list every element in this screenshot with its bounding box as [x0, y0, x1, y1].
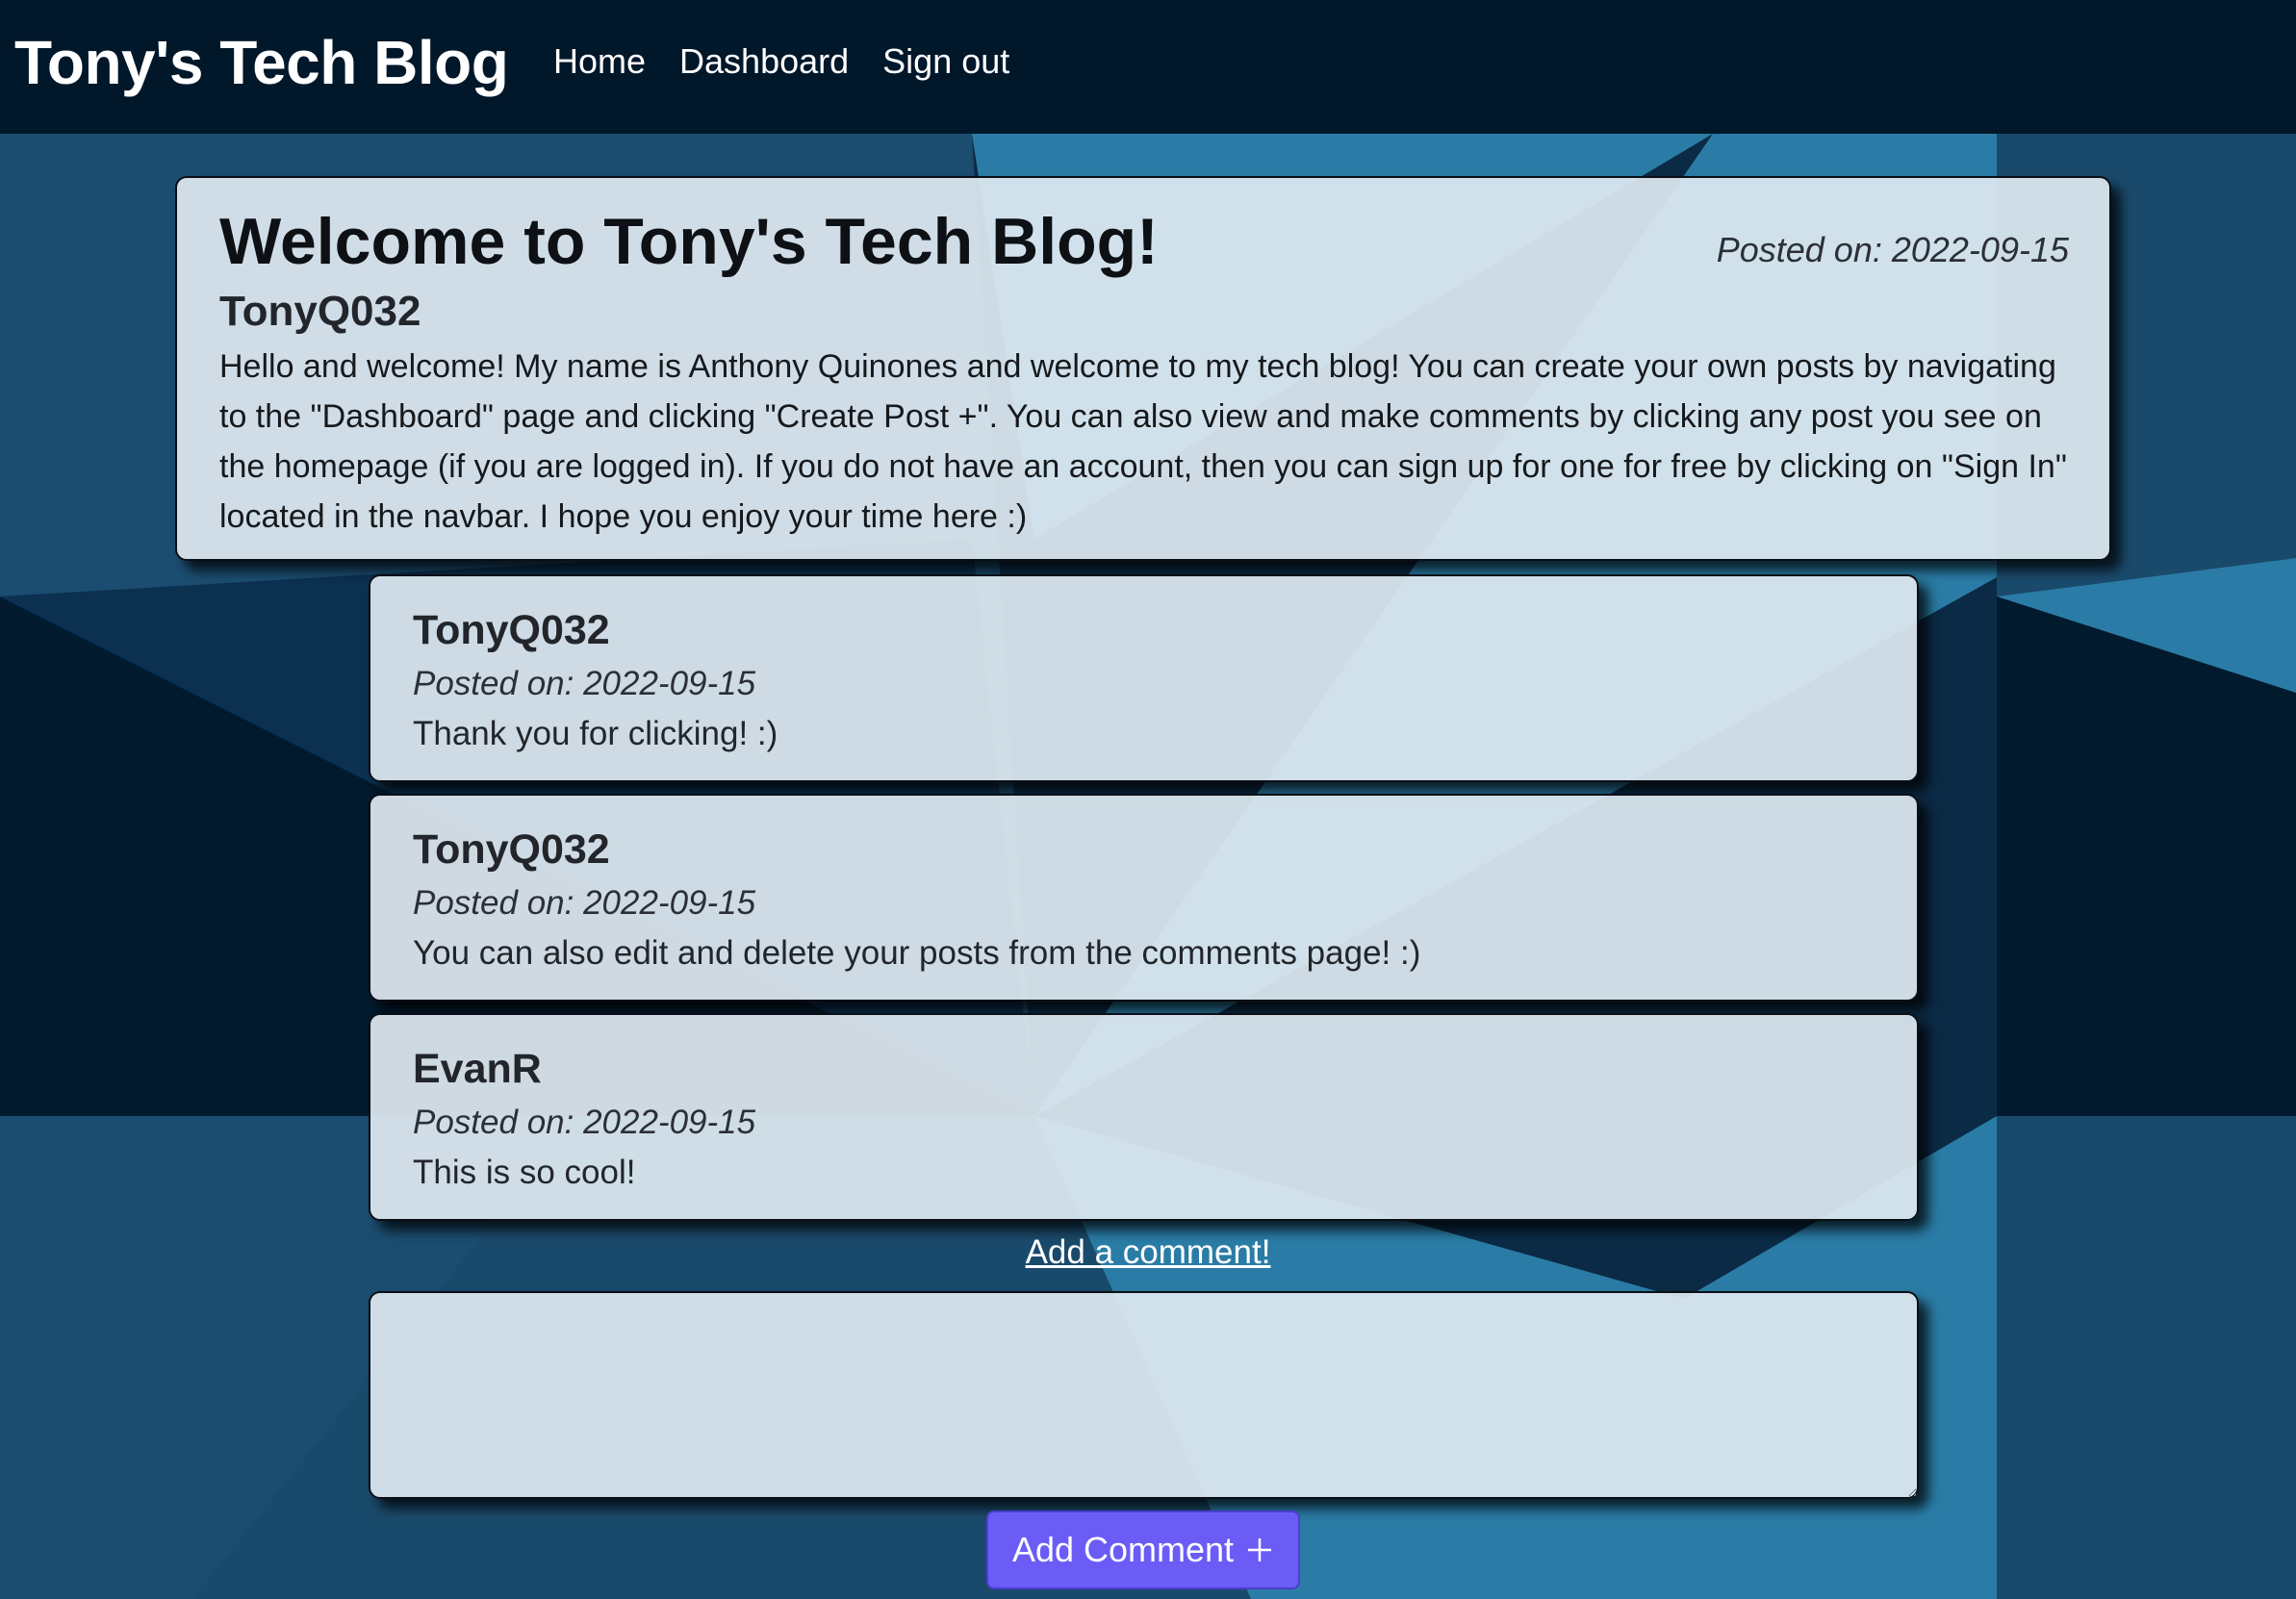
- comment-author: EvanR: [413, 1046, 542, 1092]
- comment-date: Posted on: 2022-09-15: [413, 884, 756, 922]
- post-author: TonyQ032: [219, 288, 421, 335]
- add-comment-link-wrapper: Add a comment!: [0, 1233, 2296, 1272]
- top-navbar: Tony's Tech Blog Home Dashboard Sign out: [0, 0, 2296, 134]
- add-comment-link[interactable]: Add a comment!: [1026, 1233, 1271, 1271]
- nav-link-home[interactable]: Home: [553, 37, 646, 87]
- comment-text: Thank you for clicking! :): [413, 715, 778, 752]
- post-body: Hello and welcome! My name is Anthony Qu…: [219, 348, 2067, 535]
- add-comment-button[interactable]: Add Comment: [986, 1510, 1300, 1589]
- nav-links: Home Dashboard Sign out: [553, 37, 1043, 87]
- comment-text: You can also edit and delete your posts …: [413, 934, 1421, 972]
- post-date: Posted on: 2022-09-15: [1716, 230, 2069, 269]
- comment-author: TonyQ032: [413, 826, 610, 873]
- post-card: Welcome to Tony's Tech Blog! Posted on: …: [175, 176, 2111, 561]
- plus-icon: [1248, 1538, 1272, 1561]
- nav-link-dashboard[interactable]: Dashboard: [679, 37, 849, 87]
- nav-link-sign-out[interactable]: Sign out: [882, 37, 1009, 87]
- add-comment-button-label: Add Comment: [1011, 1530, 1235, 1569]
- comment-textarea[interactable]: [369, 1291, 1919, 1499]
- comment-date: Posted on: 2022-09-15: [413, 1104, 756, 1141]
- comment-card: TonyQ032 Posted on: 2022-09-15 Thank you…: [369, 574, 1919, 782]
- comment-card: TonyQ032 Posted on: 2022-09-15 You can a…: [369, 794, 1919, 1002]
- site-brand[interactable]: Tony's Tech Blog: [14, 26, 509, 99]
- comment-text: This is so cool!: [413, 1154, 636, 1191]
- comment-date: Posted on: 2022-09-15: [413, 665, 756, 702]
- comment-card: EvanR Posted on: 2022-09-15 This is so c…: [369, 1013, 1919, 1221]
- comment-author: TonyQ032: [413, 607, 610, 653]
